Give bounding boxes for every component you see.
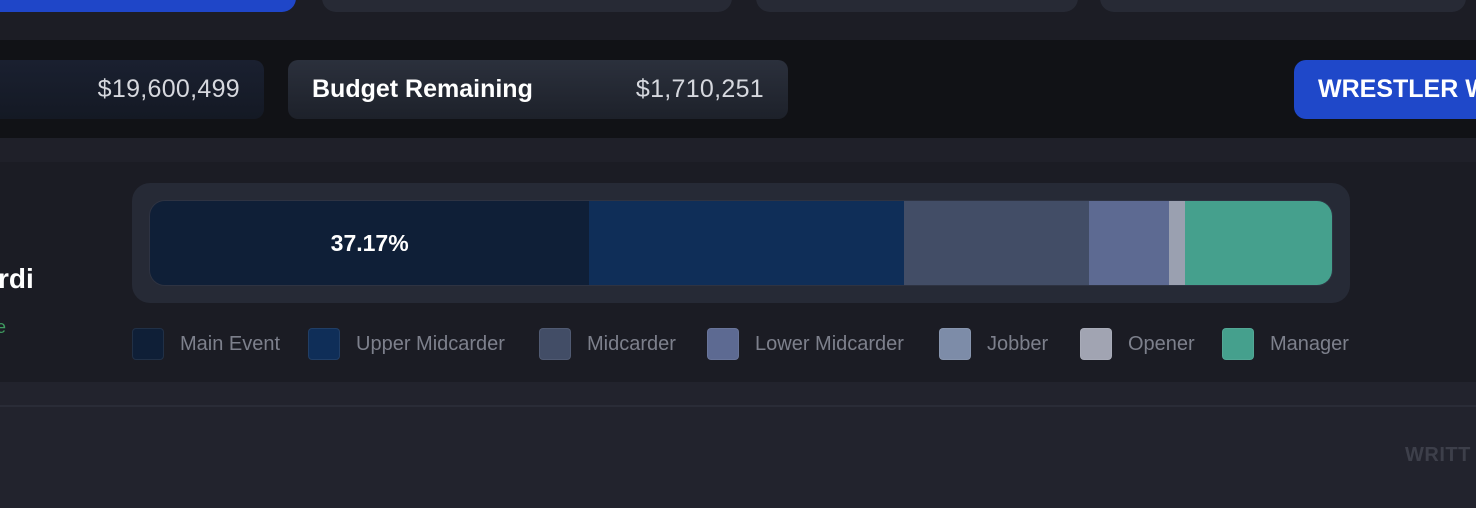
legend-swatch xyxy=(1222,328,1254,360)
budget-spent-value: $19,600,499 xyxy=(97,75,240,103)
roster-breakdown-panel: rdi e 37.17% Main Event Upper Midcarder Mi… xyxy=(0,138,1476,382)
legend-label: Manager xyxy=(1270,332,1349,355)
bar-segment-midcarder[interactable] xyxy=(903,201,1089,285)
bar-segment-lower-midcarder[interactable] xyxy=(1088,201,1169,285)
panel-divider xyxy=(0,138,1476,162)
bar-segment-opener[interactable] xyxy=(1168,201,1185,285)
legend-item-midcarder[interactable]: Midcarder xyxy=(539,328,676,360)
top-card-2[interactable] xyxy=(322,0,732,12)
wrestler-button[interactable]: WRESTLER W xyxy=(1294,60,1476,119)
legend-label: Lower Midcarder xyxy=(755,332,904,355)
legend-swatch xyxy=(707,328,739,360)
legend-label: Opener xyxy=(1128,332,1195,355)
bar-segment-main-event[interactable]: 37.17% xyxy=(150,201,590,285)
legend-swatch xyxy=(132,328,164,360)
budget-remaining-pill: Budget Remaining $1,710,251 xyxy=(288,60,788,119)
legend-item-jobber[interactable]: Jobber xyxy=(939,328,1048,360)
legend-label: Jobber xyxy=(987,332,1049,355)
legend-item-manager[interactable]: Manager xyxy=(1222,328,1349,360)
legend-item-lower-midcarder[interactable]: Lower Midcarder xyxy=(707,328,904,360)
app-page: $19,600,499 Budget Remaining $1,710,251 … xyxy=(0,0,1476,508)
legend-item-upper-midcarder[interactable]: Upper Midcarder xyxy=(308,328,505,360)
budget-remaining-value: $1,710,251 xyxy=(635,75,764,103)
legend-swatch xyxy=(539,328,571,360)
roster-bar-frame: 37.17% xyxy=(132,183,1350,303)
legend-item-main-event[interactable]: Main Event xyxy=(132,328,280,360)
budget-bar: $19,600,499 Budget Remaining $1,710,251 … xyxy=(0,40,1476,138)
bar-segment-upper-midcarder[interactable] xyxy=(589,201,904,285)
roster-legend: Main Event Upper Midcarder Midcarder Lower … xyxy=(132,328,1392,360)
budget-remaining-label: Budget Remaining xyxy=(312,75,533,103)
legend-label: Upper Midcarder xyxy=(356,332,505,355)
top-card-primary[interactable] xyxy=(0,0,296,12)
footer-credit: WRITT xyxy=(1405,444,1471,466)
budget-spent-pill: $19,600,499 xyxy=(0,60,264,119)
bar-segment-percent-label: 37.17% xyxy=(330,229,409,256)
legend-item-opener[interactable]: Opener xyxy=(1080,328,1195,360)
legend-label: Midcarder xyxy=(587,332,676,355)
legend-label: Main Event xyxy=(180,332,281,355)
top-card-4[interactable] xyxy=(1100,0,1466,12)
footer: WRITT xyxy=(0,407,1476,508)
legend-swatch xyxy=(1080,328,1112,360)
legend-swatch xyxy=(308,328,340,360)
profile-subtitle: e xyxy=(0,317,7,337)
top-card-strip xyxy=(0,0,1476,40)
top-card-3[interactable] xyxy=(756,0,1078,12)
profile-name: rdi xyxy=(0,263,34,294)
bar-segment-manager[interactable] xyxy=(1184,201,1332,285)
roster-stacked-bar: 37.17% xyxy=(149,200,1333,286)
legend-swatch xyxy=(939,328,971,360)
